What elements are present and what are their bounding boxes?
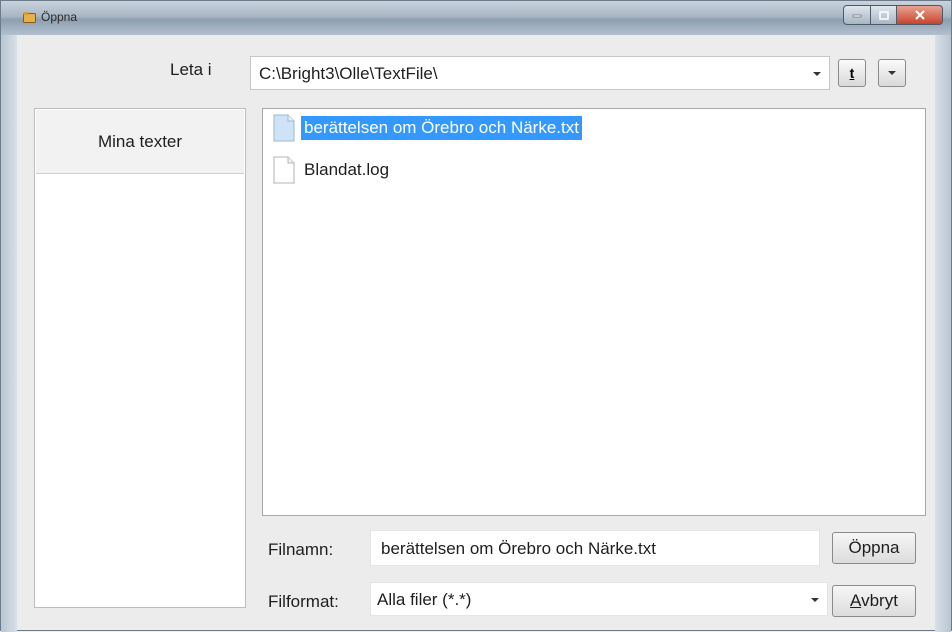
text-file-icon — [273, 114, 295, 142]
maximize-button[interactable] — [871, 5, 897, 25]
close-button[interactable] — [897, 5, 943, 25]
look-in-combo[interactable]: C:\Bright3\Olle\TextFile\ — [250, 56, 830, 90]
close-icon — [914, 10, 925, 20]
views-menu-button[interactable] — [878, 59, 906, 87]
filename-label: Filnamn: — [268, 540, 334, 559]
place-item-mina-texter[interactable]: Mina texter — [36, 110, 244, 174]
chevron-down-icon — [813, 72, 821, 76]
cancel-label-rest: vbryt — [861, 591, 898, 610]
log-file-icon — [273, 156, 295, 184]
minimize-button[interactable] — [843, 5, 871, 25]
look-in-label: Leta i — [170, 60, 212, 79]
up-folder-button[interactable]: t — [838, 59, 866, 87]
filename-input[interactable]: berättelsen om Örebro och Närke.txt — [370, 530, 820, 566]
place-item-label: Mina texter — [97, 131, 183, 151]
cancel-mnemonic: A — [850, 591, 862, 610]
filetype-combo[interactable]: Alla filer (*.*) — [370, 582, 828, 616]
open-button[interactable]: Öppna — [832, 532, 916, 564]
window-title: Öppna — [41, 10, 78, 24]
window-frame-left — [1, 35, 17, 632]
open-button-label: Öppna — [848, 538, 900, 557]
places-bar: Mina texter — [34, 108, 246, 608]
file-item[interactable]: berättelsen om Örebro och Närke.txt — [273, 113, 582, 143]
cancel-button-label: Avbryt — [850, 591, 898, 611]
filetype-value: Alla filer (*.*) — [377, 590, 472, 609]
filetype-label: Filformat: — [268, 592, 339, 611]
file-name: Blandat.log — [304, 160, 390, 179]
file-name: berättelsen om Örebro och Närke.txt — [301, 116, 582, 140]
minimize-icon — [852, 14, 862, 18]
up-folder-glyph: t — [849, 65, 855, 81]
title-bar[interactable]: Öppna — [1, 1, 951, 35]
file-item[interactable]: Blandat.log — [273, 155, 392, 185]
chevron-down-icon — [811, 598, 819, 602]
chevron-down-icon — [888, 71, 896, 75]
cancel-button[interactable]: Avbryt — [832, 585, 916, 617]
window-frame-right — [935, 35, 951, 632]
maximize-icon — [878, 10, 889, 20]
file-list[interactable]: berättelsen om Örebro och Närke.txt Blan… — [262, 108, 926, 516]
app-icon — [23, 12, 36, 23]
look-in-path: C:\Bright3\Olle\TextFile\ — [259, 64, 438, 83]
